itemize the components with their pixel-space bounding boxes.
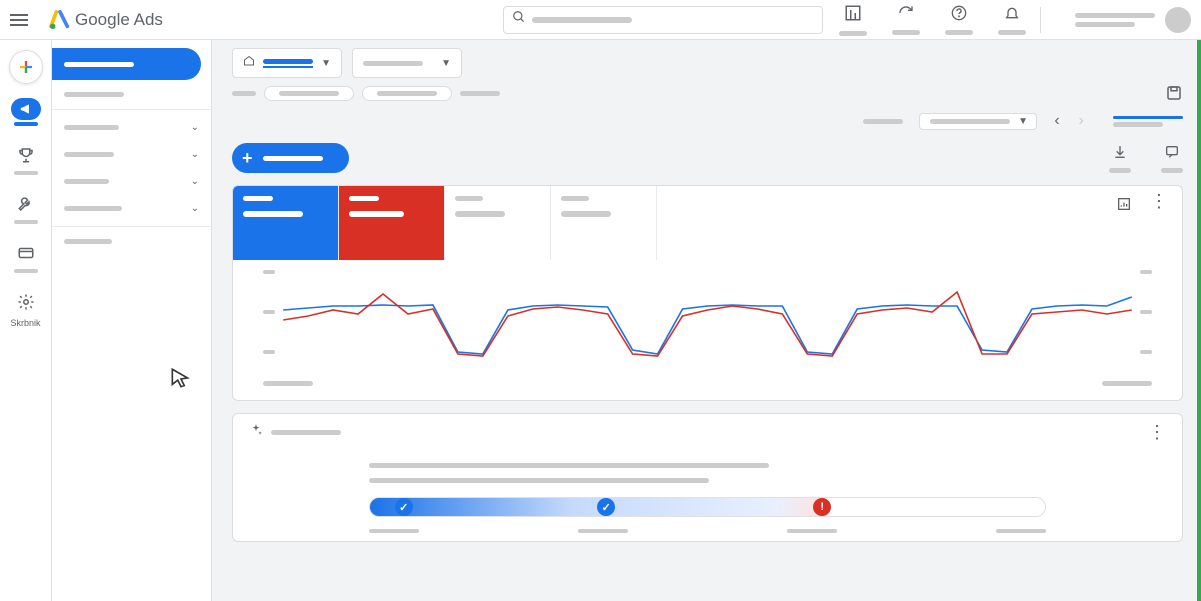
- prev-period-button[interactable]: ‹: [1045, 109, 1069, 133]
- notifications-icon[interactable]: [1004, 5, 1020, 26]
- wrench-icon: [17, 195, 35, 218]
- optimization-card: ⋮ ✓ ✓ !: [232, 413, 1183, 542]
- filter-chip[interactable]: [362, 86, 452, 101]
- card-icon: [17, 244, 35, 267]
- refresh-icon[interactable]: [898, 5, 914, 26]
- reports-icon[interactable]: [844, 4, 862, 27]
- chevron-down-icon: ⌄: [191, 149, 199, 160]
- metric-tab-1[interactable]: [233, 186, 339, 260]
- caret-down-icon: ▼: [321, 58, 331, 69]
- step-done-icon: ✓: [597, 498, 615, 516]
- more-icon[interactable]: ⋮: [1148, 422, 1166, 443]
- create-button[interactable]: [9, 50, 43, 84]
- app-header: Google Ads: [0, 0, 1201, 40]
- right-edge-highlight: [1197, 40, 1201, 601]
- expand-chart-icon[interactable]: [1116, 196, 1132, 217]
- secnav-item[interactable]: ⌄: [52, 141, 211, 168]
- logo-text: Google Ads: [75, 10, 163, 30]
- campaign-selector[interactable]: ▼: [352, 48, 462, 78]
- optimization-track: ✓ ✓ !: [369, 497, 1046, 517]
- chevron-down-icon: ⌄: [191, 176, 199, 187]
- rail-admin-label: Skrbnik: [10, 318, 40, 328]
- metric-tab-2[interactable]: [339, 186, 445, 260]
- next-period-button[interactable]: ›: [1069, 109, 1093, 133]
- header-actions: [839, 4, 1026, 36]
- add-button[interactable]: +: [232, 143, 349, 173]
- search-input[interactable]: [503, 6, 823, 34]
- megaphone-icon: [11, 98, 41, 120]
- left-rail: Skrbnik: [0, 40, 52, 601]
- rail-tools[interactable]: [6, 189, 46, 230]
- step-error-icon: !: [813, 498, 831, 516]
- rail-billing[interactable]: [6, 238, 46, 279]
- help-icon[interactable]: [951, 5, 967, 26]
- logo[interactable]: Google Ads: [49, 10, 163, 30]
- gear-icon: [17, 293, 35, 316]
- caret-down-icon: ▼: [1018, 116, 1028, 127]
- secnav-item[interactable]: [52, 84, 211, 105]
- search-placeholder: [532, 17, 632, 23]
- account-selector[interactable]: ▼: [232, 48, 342, 78]
- rail-goals[interactable]: [6, 140, 46, 181]
- avatar[interactable]: [1165, 7, 1191, 33]
- secnav-item-active[interactable]: [52, 48, 201, 80]
- trophy-icon: [17, 146, 35, 169]
- feedback-icon[interactable]: [1164, 144, 1180, 165]
- secondary-nav: ⌄ ⌄ ⌄ ⌄: [52, 40, 212, 601]
- home-icon: [243, 54, 255, 72]
- search-icon: [512, 10, 526, 29]
- step-done-icon: ✓: [395, 498, 413, 516]
- caret-down-icon: ▼: [441, 58, 451, 69]
- secnav-item[interactable]: ⌄: [52, 195, 211, 222]
- download-icon[interactable]: [1112, 144, 1128, 165]
- metric-tab-3[interactable]: [445, 186, 551, 260]
- chevron-down-icon: ⌄: [191, 122, 199, 133]
- secnav-item[interactable]: ⌄: [52, 168, 211, 195]
- metric-tab-4[interactable]: [551, 186, 657, 260]
- google-ads-logo-icon: [49, 10, 71, 30]
- account-area: [1075, 7, 1191, 33]
- breadcrumb: [232, 86, 1183, 101]
- chevron-down-icon: ⌄: [191, 203, 199, 214]
- save-icon[interactable]: [1165, 84, 1183, 107]
- line-chart: [233, 260, 1182, 400]
- sparkle-icon: [249, 423, 263, 442]
- secnav-item[interactable]: ⌄: [52, 114, 211, 141]
- date-range-selector[interactable]: ▼: [919, 113, 1037, 130]
- main-content: ▼ ▼ ▼ ‹ ›: [212, 40, 1201, 601]
- rail-campaigns[interactable]: [6, 92, 46, 132]
- metrics-card: ⋮: [232, 185, 1183, 401]
- plus-icon: +: [242, 148, 253, 169]
- rail-admin[interactable]: Skrbnik: [6, 287, 46, 334]
- menu-icon[interactable]: [10, 8, 34, 32]
- filter-chip[interactable]: [264, 86, 354, 101]
- more-icon[interactable]: ⋮: [1150, 196, 1168, 206]
- secnav-item[interactable]: [52, 231, 211, 252]
